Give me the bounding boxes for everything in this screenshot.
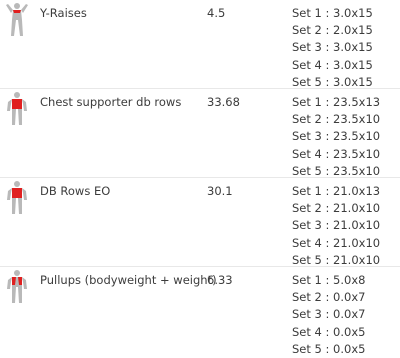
muscle-figure-icon (4, 269, 30, 305)
muscle-figure-icon (4, 2, 30, 38)
set-list: Set 1 : 23.5x13 Set 2 : 23.5x10 Set 3 : … (292, 94, 380, 180)
muscle-figure-icon (4, 91, 30, 127)
set-line: Set 2 : 21.0x10 (292, 201, 381, 216)
exercise-row[interactable]: Chest supporter db rows 33.68 Set 1 : 23… (0, 89, 400, 180)
exercise-row[interactable]: Y-Raises 4.5 Set 1 : 3.0x15 Set 2 : 2.0x… (0, 0, 400, 91)
set-list: Set 1 : 3.0x15 Set 2 : 2.0x15 Set 3 : 3.… (292, 5, 373, 91)
muscle-figure-icon (4, 180, 30, 216)
set-line: Set 1 : 5.0x8 (292, 273, 366, 287)
set-line: Set 3 : 3.0x15 (292, 40, 373, 55)
exercise-weight: 4.5 (207, 6, 226, 20)
exercise-name: Y-Raises (40, 6, 87, 20)
set-line: Set 2 : 2.0x15 (292, 23, 373, 38)
exercise-name: Chest supporter db rows (40, 95, 182, 109)
set-line: Set 2 : 0.0x7 (292, 290, 366, 305)
set-line: Set 3 : 0.0x7 (292, 307, 366, 322)
set-line: Set 4 : 0.0x5 (292, 324, 366, 339)
set-line: Set 1 : 23.5x13 (292, 95, 381, 109)
exercise-weight: 6.33 (207, 273, 233, 287)
set-list: Set 1 : 5.0x8 Set 2 : 0.0x7 Set 3 : 0.0x… (292, 272, 365, 358)
exercise-weight: 30.1 (207, 184, 233, 198)
exercise-weight: 33.68 (207, 95, 240, 109)
set-line: Set 1 : 21.0x13 (292, 184, 381, 198)
exercise-name: Pullups (bodyweight + weight) (40, 273, 217, 287)
set-line: Set 4 : 21.0x10 (292, 235, 381, 250)
set-line: Set 4 : 23.5x10 (292, 146, 381, 161)
set-line: Set 2 : 23.5x10 (292, 112, 381, 127)
set-line: Set 1 : 3.0x15 (292, 6, 373, 20)
set-line: Set 3 : 23.5x10 (292, 129, 381, 144)
set-line: Set 5 : 0.0x5 (292, 341, 366, 356)
exercise-name: DB Rows EO (40, 184, 111, 198)
exercise-row[interactable]: DB Rows EO 30.1 Set 1 : 21.0x13 Set 2 : … (0, 178, 400, 269)
set-line: Set 3 : 21.0x10 (292, 218, 381, 233)
exercise-row[interactable]: Pullups (bodyweight + weight) 6.33 Set 1… (0, 267, 400, 356)
set-list: Set 1 : 21.0x13 Set 2 : 21.0x10 Set 3 : … (292, 183, 380, 269)
set-line: Set 4 : 3.0x15 (292, 57, 373, 72)
